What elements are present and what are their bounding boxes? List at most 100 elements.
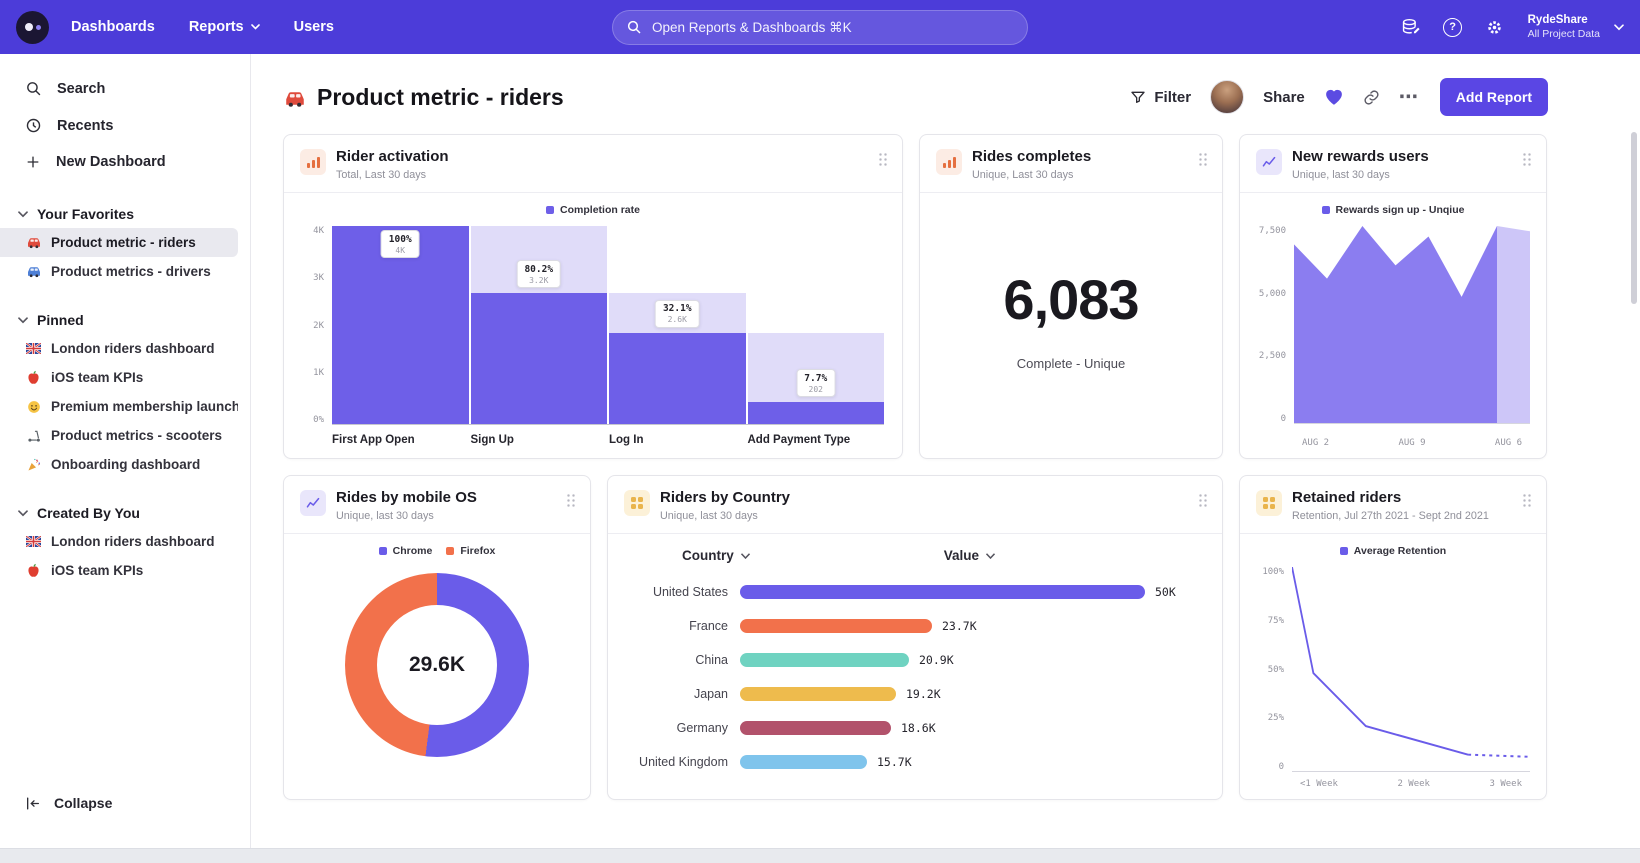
- country-bar[interactable]: [740, 619, 932, 633]
- sidebar-sections: Your FavoritesProduct metric - ridersPro…: [0, 200, 250, 585]
- collapse-icon: [25, 796, 41, 811]
- metric-body: 6,083 Complete - Unique: [920, 193, 1222, 458]
- sidebar-item[interactable]: London riders dashboard: [0, 527, 238, 556]
- caret-down-icon: [986, 553, 995, 559]
- y-axis: 4K3K2K1K0%: [302, 226, 332, 425]
- sidebar-item[interactable]: London riders dashboard: [0, 334, 238, 363]
- country-dropdown[interactable]: Country: [682, 548, 750, 563]
- sidebar-item[interactable]: Product metric - riders: [0, 228, 238, 257]
- x-axis-tick: 2 Week: [1397, 779, 1430, 789]
- line-chart-icon: [1256, 149, 1282, 175]
- sidebar-new-dashboard-label: New Dashboard: [56, 154, 166, 170]
- search-input[interactable]: [652, 20, 1014, 35]
- country-bar[interactable]: [740, 585, 1145, 599]
- data-management-icon[interactable]: [1398, 14, 1424, 40]
- funnel-step-label: First App Open: [332, 434, 469, 446]
- sidebar-item-label: London riders dashboard: [51, 534, 215, 549]
- filter-button[interactable]: Filter: [1130, 89, 1191, 106]
- add-report-button[interactable]: Add Report: [1440, 78, 1548, 116]
- sidebar-item[interactable]: iOS team KPIs: [0, 363, 238, 392]
- drag-handle-icon[interactable]: [1198, 493, 1208, 507]
- country-rows: United States50KFrance23.7KChina20.9KJap…: [622, 575, 1208, 779]
- legend-swatch: [546, 206, 554, 214]
- sidebar-item[interactable]: iOS team KPIs: [0, 556, 238, 585]
- card-title: Rides completes: [972, 148, 1091, 165]
- country-label: France: [622, 619, 740, 633]
- header-actions: Filter Share ⋯ Add Report: [1130, 78, 1548, 116]
- plus-icon: [25, 154, 41, 170]
- apple-icon: [25, 370, 42, 385]
- y-axis-tick: 25%: [1268, 713, 1284, 723]
- card-subtitle: Retention, Jul 27th 2021 - Sept 2nd 2021: [1292, 510, 1489, 522]
- legend-label: Chrome: [393, 545, 433, 557]
- copy-link-icon[interactable]: [1363, 89, 1380, 106]
- settings-gear-icon[interactable]: [1482, 14, 1508, 40]
- car-red-icon: [25, 236, 42, 249]
- funnel-bar[interactable]: [748, 402, 885, 424]
- y-axis: 100%75%50%25%0: [1256, 567, 1292, 772]
- vertical-scrollbar[interactable]: [1631, 132, 1637, 304]
- y-axis-tick: 100%: [1262, 567, 1284, 577]
- sidebar-recents-label: Recents: [57, 118, 113, 134]
- sidebar-item[interactable]: Premium membership launch: [0, 392, 238, 421]
- country-bar[interactable]: [740, 755, 867, 769]
- country-row: United Kingdom15.7K: [622, 745, 1208, 779]
- car-blue-icon: [25, 265, 42, 278]
- country-value: 18.6K: [901, 721, 936, 735]
- sidebar-new-dashboard[interactable]: New Dashboard: [0, 144, 250, 180]
- y-axis-tick: 5,000: [1259, 289, 1286, 299]
- global-search-bar[interactable]: [612, 10, 1028, 45]
- project-switcher[interactable]: RydeShare All Project Data: [1528, 14, 1624, 40]
- retention-line-chart: Average Retention 100%75%50%25%0 <1 Week…: [1240, 534, 1546, 799]
- horizontal-scrollbar[interactable]: [0, 848, 1640, 863]
- funnel-bar[interactable]: [471, 293, 608, 424]
- metric-label: Complete - Unique: [1017, 356, 1125, 371]
- plot-area: [1292, 567, 1530, 772]
- country-bar[interactable]: [740, 721, 891, 735]
- donut-chart[interactable]: 29.6K: [345, 573, 529, 757]
- nav-dashboards[interactable]: Dashboards: [71, 19, 155, 35]
- country-label: Germany: [622, 721, 740, 735]
- favorite-heart-icon[interactable]: [1324, 88, 1344, 106]
- legend-swatch: [1340, 547, 1348, 555]
- funnel-count: 4K: [389, 246, 412, 255]
- value-dropdown[interactable]: Value: [944, 548, 995, 563]
- sidebar-recents[interactable]: Recents: [0, 107, 250, 144]
- sidebar-item[interactable]: Onboarding dashboard: [0, 450, 238, 479]
- sidebar-item[interactable]: Product metrics - drivers: [0, 257, 238, 286]
- country-value: 23.7K: [942, 619, 977, 633]
- sidebar-item[interactable]: Product metrics - scooters: [0, 421, 238, 450]
- drag-handle-icon[interactable]: [1522, 493, 1532, 507]
- drag-handle-icon[interactable]: [1522, 152, 1532, 166]
- sidebar-section-header[interactable]: Pinned: [0, 306, 250, 334]
- more-options-icon[interactable]: ⋯: [1399, 88, 1418, 107]
- funnel-bar[interactable]: [609, 333, 746, 424]
- sidebar-collapse-button[interactable]: Collapse: [25, 795, 112, 811]
- sidebar-section-header[interactable]: Created By You: [0, 499, 250, 527]
- avatar[interactable]: [1210, 80, 1244, 114]
- x-axis-tick: <1 Week: [1300, 779, 1338, 789]
- country-bar[interactable]: [740, 653, 909, 667]
- app-logo[interactable]: [16, 11, 49, 44]
- card-title: Rider activation: [336, 148, 449, 165]
- help-icon[interactable]: ?: [1440, 14, 1466, 40]
- filter-funnel-icon: [1130, 89, 1146, 105]
- drag-handle-icon[interactable]: [1198, 152, 1208, 166]
- drag-handle-icon[interactable]: [878, 152, 888, 166]
- country-value: 15.7K: [877, 755, 912, 769]
- scooter-icon: [25, 429, 42, 443]
- share-button[interactable]: Share: [1263, 89, 1305, 106]
- y-axis-tick: 0%: [313, 415, 324, 425]
- country-bar[interactable]: [740, 687, 896, 701]
- y-axis-tick: 2,500: [1259, 351, 1286, 361]
- bar-chart-icon: [936, 149, 962, 175]
- sidebar-search[interactable]: Search: [0, 70, 250, 107]
- nav-reports[interactable]: Reports: [189, 19, 260, 35]
- chevron-down-icon: [1614, 24, 1624, 31]
- card-subtitle: Unique, last 30 days: [1292, 169, 1429, 181]
- drag-handle-icon[interactable]: [566, 493, 576, 507]
- card-title: Retained riders: [1292, 489, 1489, 506]
- nav-users[interactable]: Users: [294, 19, 334, 35]
- sidebar-section-header[interactable]: Your Favorites: [0, 200, 250, 228]
- card-subtitle: Unique, Last 30 days: [972, 169, 1091, 181]
